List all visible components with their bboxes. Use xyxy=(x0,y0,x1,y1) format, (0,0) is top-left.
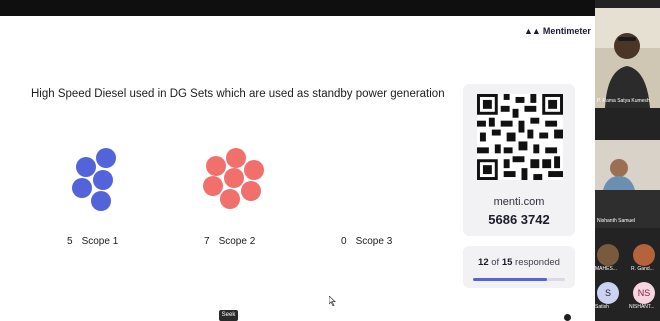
responses-suffix: responded xyxy=(515,257,560,268)
vote-bubble xyxy=(244,160,264,180)
scope2-label: Scope 2 xyxy=(218,236,256,247)
scope2-bubbles xyxy=(202,148,266,212)
avatar[interactable]: NS xyxy=(633,282,655,304)
vote-bubble xyxy=(206,156,226,176)
participant-name: R. Gand... xyxy=(631,266,654,272)
vote-bubble xyxy=(224,168,244,188)
responses-progress xyxy=(473,278,565,281)
info-icon[interactable] xyxy=(564,314,571,321)
responses-card: 12 of 15 responded xyxy=(463,246,575,288)
scope2-result: 7 Scope 2 xyxy=(204,236,255,247)
vote-bubble xyxy=(203,176,223,196)
avatar[interactable] xyxy=(633,244,655,266)
responses-progress-fill xyxy=(473,278,547,281)
vote-bubble xyxy=(91,191,111,211)
vote-bubble xyxy=(96,148,116,168)
participants-panel: P. Rama Satya Kumesh Nishanth Samuel MAH… xyxy=(595,0,660,321)
top-bar xyxy=(0,0,595,16)
vote-bubble xyxy=(93,170,113,190)
slide-question: High Speed Diesel used in DG Sets which … xyxy=(31,88,445,100)
participant-video-tile[interactable]: Nishanth Samuel xyxy=(595,140,660,228)
participant-name: P. Rama Satya Kumesh xyxy=(597,98,650,104)
participant-video-tile[interactable]: P. Rama Satya Kumesh xyxy=(595,8,660,108)
responses-of: of xyxy=(491,257,500,268)
scope2-count: 7 xyxy=(204,236,210,247)
scope1-count: 5 xyxy=(67,236,73,247)
mentimeter-logo-icon: ▲▲ xyxy=(524,26,541,36)
avatar[interactable] xyxy=(597,244,619,266)
vote-bubble xyxy=(72,178,92,198)
participant-name: MAHES... xyxy=(595,266,617,272)
avatar[interactable]: S xyxy=(597,282,619,304)
responses-total: 15 xyxy=(501,257,513,268)
participant-name: NISHANT... xyxy=(629,304,655,310)
join-card: menti.com 5686 3742 xyxy=(463,84,575,236)
responses-text: 12 of 15 responded xyxy=(463,257,575,268)
participant-video-icon xyxy=(595,140,660,228)
join-code: 5686 3742 xyxy=(488,212,550,227)
vote-bubble xyxy=(241,181,261,201)
scope3-label: Scope 3 xyxy=(355,236,393,247)
scope3-count: 0 xyxy=(341,236,347,247)
scope3-result: 0 Scope 3 xyxy=(341,236,392,247)
vote-bubble xyxy=(220,189,240,209)
scope1-result: 5 Scope 1 xyxy=(67,236,118,247)
qr-code-icon xyxy=(477,94,563,180)
mouse-cursor-icon xyxy=(329,296,336,306)
participant-name: Satish xyxy=(595,304,609,310)
seek-tooltip: Seek xyxy=(219,310,238,321)
participant-name: Nishanth Samuel xyxy=(597,218,636,224)
brand-name: Mentimeter xyxy=(542,26,591,36)
scope1-label: Scope 1 xyxy=(81,236,119,247)
responses-count: 12 xyxy=(478,257,489,268)
participant-video-icon xyxy=(595,8,660,108)
vote-bubble xyxy=(76,157,96,177)
join-url: menti.com xyxy=(493,196,545,208)
mentimeter-brand: ▲▲ Mentimeter xyxy=(524,26,591,36)
scope1-bubbles xyxy=(72,148,118,214)
vote-bubble xyxy=(226,148,246,168)
